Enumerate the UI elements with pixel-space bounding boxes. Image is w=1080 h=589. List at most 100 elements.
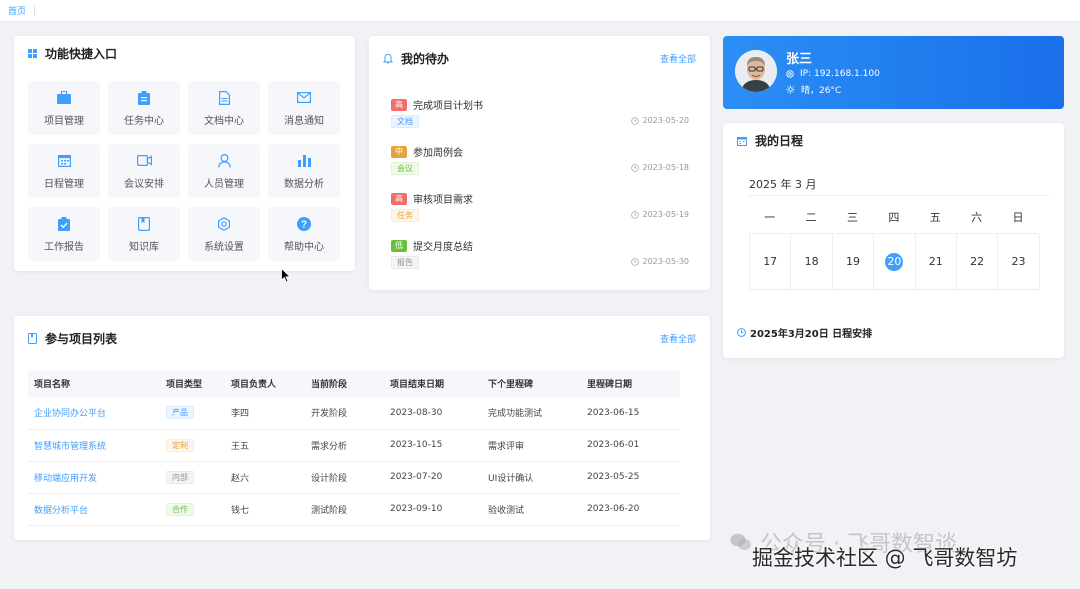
calendar-day-number: 20 [885,252,904,271]
project-milestone: UI设计确认 [482,461,581,494]
project-list-card: 参与项目列表 查看全部 项目名称 项目类型 项目负责人 当前阶段 项目结束日期 … [14,316,710,540]
project-type-tag: 内部 [166,470,194,484]
project-list-title-text: 参与项目列表 [45,332,118,346]
avatar[interactable] [735,50,777,92]
calendar-day-selected[interactable]: 20 [874,234,916,290]
calendar-icon [737,136,747,146]
quick-item-help[interactable]: ? 帮助中心 [268,207,340,261]
todo-due-date: 2023-05-20 [642,116,690,125]
project-milestone-date: 2023-06-01 [581,429,680,462]
project-owner: 钱七 [225,493,305,526]
bar-chart-icon [297,153,311,169]
briefcase-icon [57,90,71,106]
breadcrumb-home-link[interactable]: 首页 [8,4,26,17]
calendar-month-label: 2025 年 3 月 [749,178,817,191]
project-name-link[interactable]: 智慧城市管理系统 [28,429,160,462]
todo-item[interactable]: 中 参加周例会 会议 2023-05-18 [391,144,689,184]
wechat-icon [730,533,752,551]
table-row: 移动端应用开发 内部 赵六 设计阶段 2023-07-20 UI设计确认 202… [28,461,680,494]
quick-item-label: 工作报告 [44,241,84,253]
column-header: 项目名称 [28,370,160,397]
calendar-day[interactable]: 19 [832,234,875,290]
quick-item-calendar[interactable]: 日程管理 [28,144,100,198]
calendar-divider [749,195,1049,196]
project-end-date: 2023-09-10 [384,493,482,526]
project-name-link[interactable]: 移动端应用开发 [28,461,160,494]
breadcrumb-divider [34,5,36,16]
quick-item-analytics[interactable]: 数据分析 [268,144,340,198]
quick-item-knowledge[interactable]: 知识库 [108,207,180,261]
project-table: 项目名称 项目类型 项目负责人 当前阶段 项目结束日期 下个里程碑 里程碑日期 … [28,370,680,526]
quick-item-label: 人员管理 [204,178,244,190]
todo-item[interactable]: 高 审核项目需求 任务 2023-05-19 [391,191,689,231]
project-type-cell: 定制 [160,429,225,462]
calendar-icon [57,153,71,169]
project-stage: 需求分析 [305,429,384,462]
todo-item-title: 完成项目计划书 [413,101,483,112]
todo-category-tag: 任务 [391,209,419,222]
todo-category-tag: 文档 [391,115,419,128]
quick-item-label: 帮助中心 [284,241,324,253]
project-name-link[interactable]: 企业协同办公平台 [28,397,160,430]
grid-icon [28,49,37,58]
clock-icon [630,116,639,125]
quick-item-messages[interactable]: 消息通知 [268,81,340,135]
schedule-card: 我的日程 2025 年 3 月 一 二 三 四 五 六 日 17 18 19 2… [723,123,1064,358]
project-view-all-link[interactable]: 查看全部 [660,332,696,345]
clipboard-check-icon [58,216,70,232]
quick-item-label: 任务中心 [124,115,164,127]
envelope-icon [297,90,311,106]
column-header: 下个里程碑 [482,370,581,397]
priority-badge: 高 [391,192,407,205]
weekday-label: 三 [846,211,858,224]
video-icon [136,153,152,169]
sun-icon [786,85,795,94]
table-row: 企业协同办公平台 产品 李四 开发阶段 2023-08-30 完成功能测试 20… [28,397,680,430]
quick-item-docs[interactable]: 文档中心 [188,81,260,135]
priority-badge: 低 [391,239,407,252]
calendar-week-row: 17 18 19 20 21 22 23 [749,233,1040,290]
column-header: 项目类型 [160,370,225,397]
project-type-cell: 产品 [160,397,225,430]
globe-icon [786,70,794,78]
clock-icon [737,328,746,337]
todo-item-title: 提交月度总结 [413,242,473,253]
project-stage: 测试阶段 [305,493,384,526]
calendar-day[interactable]: 17 [750,234,792,290]
weekday-label: 四 [888,211,900,224]
quick-item-settings[interactable]: 系统设置 [188,207,260,261]
quick-item-label: 文档中心 [204,115,244,127]
project-stage: 设计阶段 [305,461,384,494]
todo-title: 我的待办 [383,50,449,67]
document-icon [218,90,230,106]
project-name-link[interactable]: 数据分析平台 [28,493,160,526]
quick-item-label: 数据分析 [284,178,324,190]
agenda-title: 2025年3月20日 日程安排 [737,325,872,340]
quick-item-task[interactable]: 任务中心 [108,81,180,135]
project-type-tag: 定制 [166,438,194,452]
calendar-day[interactable]: 21 [915,234,957,290]
quick-item-people[interactable]: 人员管理 [188,144,260,198]
quick-item-project[interactable]: 项目管理 [28,81,100,135]
book-icon [138,216,150,232]
calendar-day-number: 19 [845,255,860,268]
todo-due-date: 2023-05-18 [642,163,690,172]
quick-item-label: 日程管理 [44,178,84,190]
todo-title-text: 我的待办 [401,52,450,66]
todo-view-all-link[interactable]: 查看全部 [660,52,696,65]
breadcrumb: 首页 [0,0,1080,22]
calendar-day[interactable]: 18 [791,234,833,290]
todo-item[interactable]: 高 完成项目计划书 文档 2023-05-20 [391,97,689,137]
gear-icon [217,216,231,232]
weekday-label: 日 [1012,211,1024,224]
clock-icon [630,210,639,219]
quick-item-meeting[interactable]: 会议安排 [108,144,180,198]
quick-item-report[interactable]: 工作报告 [28,207,100,261]
user-profile-card: 张三 IP: 192.168.1.100 晴，26°C [723,36,1064,109]
project-type-cell: 合作 [160,493,225,526]
todo-due-date: 2023-05-30 [642,257,690,266]
calendar-day[interactable]: 23 [998,234,1040,290]
table-row: 数据分析平台 合作 钱七 测试阶段 2023-09-10 验收测试 2023-0… [28,493,680,526]
calendar-day[interactable]: 22 [956,234,999,290]
todo-item[interactable]: 低 提交月度总结 报告 2023-05-30 [391,238,689,278]
